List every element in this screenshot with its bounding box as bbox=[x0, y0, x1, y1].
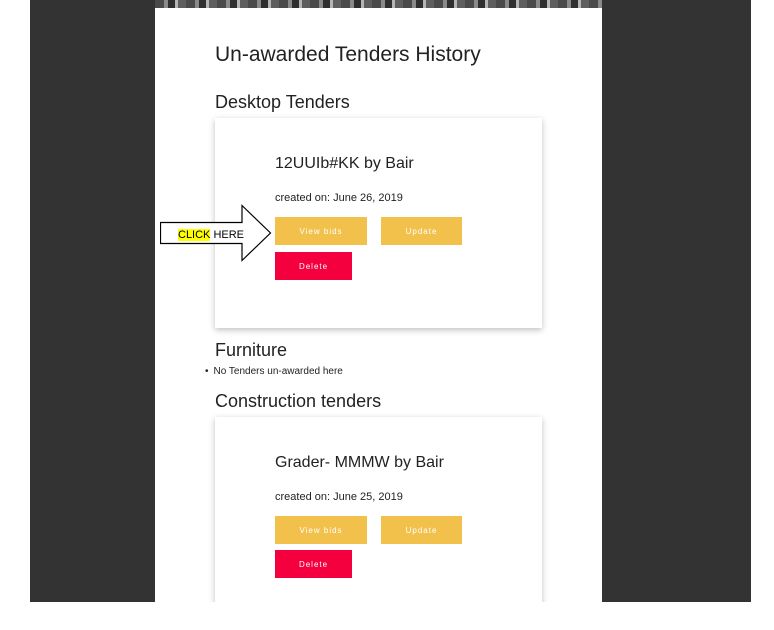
tender-title: 12UUIb#KK by Bair bbox=[275, 155, 414, 172]
callout-highlight-text: CLICK bbox=[178, 229, 211, 241]
view-bids-button[interactable]: View bids bbox=[275, 217, 367, 245]
page-container: Un-awarded Tenders History Desktop Tende… bbox=[155, 0, 602, 602]
header-banner-image bbox=[155, 0, 602, 8]
section-heading-construction: Construction tenders bbox=[215, 391, 382, 411]
callout-rest-text: HERE bbox=[210, 229, 245, 241]
delete-button[interactable]: Delete bbox=[275, 252, 352, 280]
view-bids-button[interactable]: View bids bbox=[275, 516, 367, 544]
section-heading-furniture: Furniture bbox=[215, 340, 288, 360]
tender-title: Grader- MMMW by Bair bbox=[275, 454, 444, 471]
tender-created-date: created on: June 25, 2019 bbox=[275, 491, 403, 503]
delete-button[interactable]: Delete bbox=[275, 550, 352, 578]
tender-created-date: created on: June 26, 2019 bbox=[275, 192, 403, 204]
bullet-icon: • bbox=[205, 366, 209, 377]
empty-state-text: No Tenders un-awarded here bbox=[213, 366, 343, 377]
update-button[interactable]: Update bbox=[381, 516, 462, 544]
page-title: Un-awarded Tenders History bbox=[215, 43, 481, 66]
section-heading-desktop: Desktop Tenders bbox=[215, 92, 350, 112]
callout-label: CLICK HERE bbox=[178, 229, 244, 241]
tender-card: Grader- MMMW by Bair created on: June 25… bbox=[215, 417, 542, 602]
update-button[interactable]: Update bbox=[381, 217, 462, 245]
empty-state-message: • No Tenders un-awarded here bbox=[205, 366, 343, 377]
